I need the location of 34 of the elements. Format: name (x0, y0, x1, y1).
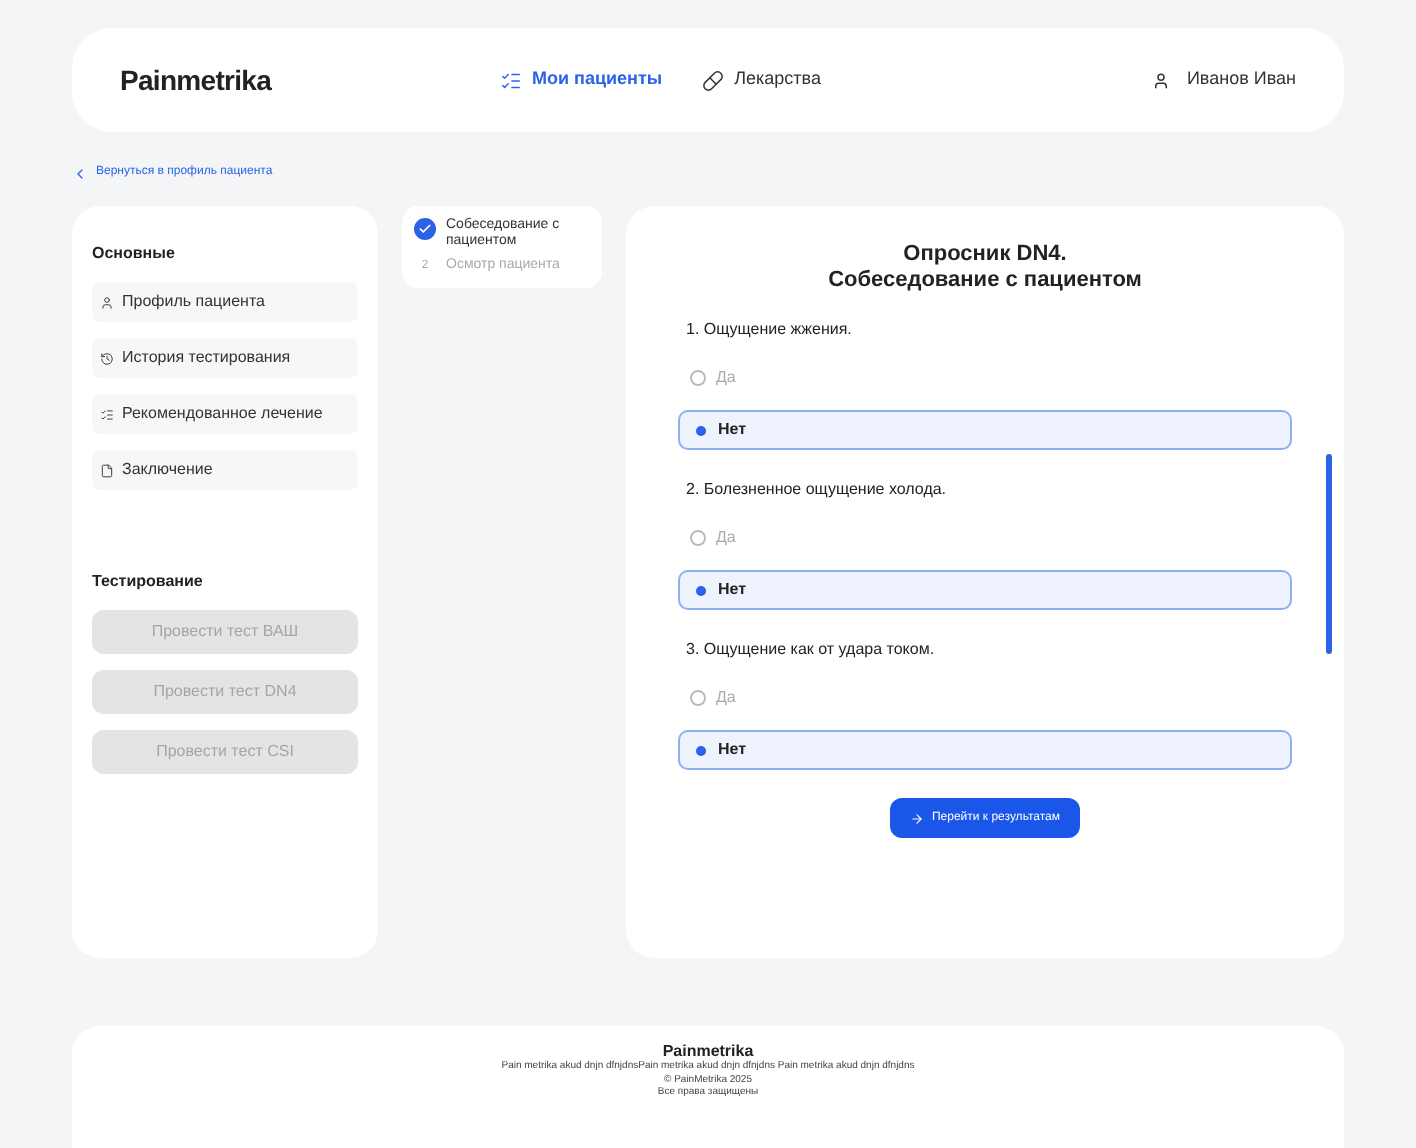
radio-checked-icon (692, 582, 708, 598)
sidebar-item[interactable]: История тестирования (92, 338, 358, 378)
question-text: 1. Ощущение жжения. (686, 318, 854, 342)
radio-icon (690, 690, 706, 706)
pills-icon (702, 69, 725, 91)
sidebar-item[interactable]: Заключение (92, 450, 358, 490)
section-title: Тестирование (92, 570, 205, 594)
question-text: 3. Ощущение как от удара током. (686, 638, 937, 662)
document-icon (100, 463, 114, 477)
user-icon (100, 295, 114, 309)
radio-option[interactable]: Нет (678, 410, 1292, 450)
sidebar-item[interactable]: Рекомендованное лечение (92, 394, 358, 434)
nav-link[interactable]: Лекарства (702, 66, 821, 94)
questionnaire-subtitle: Собеседование с пациентом (826, 268, 1144, 294)
questionnaire-title: Опросник DN4. (901, 242, 1069, 268)
radio-option[interactable]: Нет (678, 570, 1292, 610)
radio-icon (690, 530, 706, 546)
footer-logo: Painmetrika (662, 1042, 754, 1060)
list-icon (100, 407, 114, 421)
list-icon (500, 69, 522, 91)
radio-checked-icon (692, 422, 708, 438)
nav-link[interactable]: Мои пациенты (500, 66, 663, 94)
radio-checked-icon (692, 742, 708, 758)
user-menu[interactable]: Иванов Иван (1152, 66, 1296, 94)
radio-icon (690, 370, 706, 386)
question-text: 2. Болезненное ощущение холода. (686, 478, 949, 502)
user-icon (1152, 71, 1171, 89)
logo[interactable]: Painmetrika (120, 59, 500, 101)
history-icon (100, 351, 114, 365)
sidebar-item[interactable]: Профиль пациента (92, 282, 358, 322)
arrow-right-icon (909, 811, 924, 825)
section-title: Основные (92, 242, 177, 266)
radio-option[interactable]: Нет (678, 730, 1292, 770)
chevron-left-icon (72, 165, 88, 181)
